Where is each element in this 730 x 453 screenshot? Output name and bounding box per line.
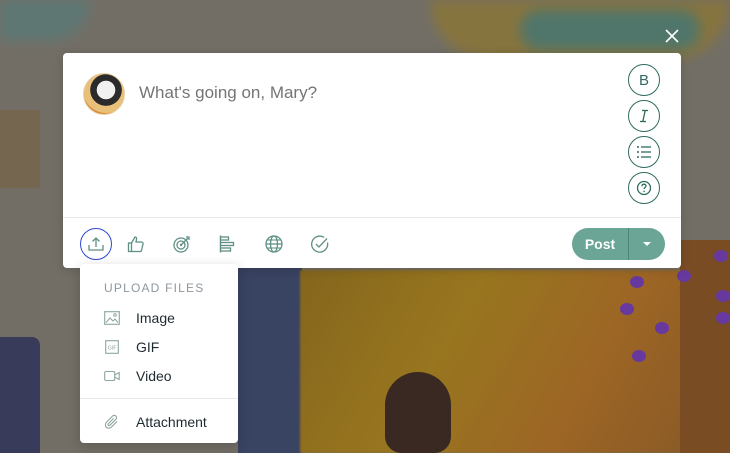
check-circle-icon (311, 235, 329, 253)
poll-button[interactable] (212, 228, 244, 260)
paperclip-icon (104, 414, 118, 429)
bulleted-list-button[interactable] (628, 136, 660, 168)
post-options-button[interactable] (629, 228, 665, 260)
task-button[interactable] (304, 228, 336, 260)
bold-button[interactable]: B (628, 64, 660, 96)
italic-icon (640, 109, 648, 123)
menu-item-image[interactable]: Image (80, 305, 238, 331)
menu-item-video[interactable]: Video (80, 363, 238, 389)
menu-item-label: Image (136, 310, 175, 326)
close-icon (665, 29, 679, 43)
menu-header: UPLOAD FILES (104, 281, 205, 295)
menu-item-label: Video (136, 368, 172, 384)
help-button[interactable] (628, 172, 660, 204)
menu-item-label: Attachment (136, 414, 207, 430)
italic-button[interactable] (628, 100, 660, 132)
close-button[interactable] (663, 27, 681, 45)
target-icon (173, 236, 190, 253)
post-text-input[interactable] (139, 81, 601, 105)
caret-down-icon (643, 242, 651, 246)
question-icon (636, 180, 652, 196)
upload-icon (88, 237, 104, 251)
svg-text:GIF: GIF (108, 346, 117, 352)
video-icon (104, 370, 120, 382)
image-icon (104, 311, 120, 325)
post-button-group: Post (572, 228, 665, 260)
gif-icon: GIF (105, 340, 119, 354)
menu-item-attachment[interactable]: Attachment (80, 409, 238, 435)
bar-chart-icon (219, 235, 235, 253)
menu-divider (80, 398, 238, 399)
post-button[interactable]: Post (572, 228, 628, 260)
globe-icon (265, 235, 283, 253)
goal-button[interactable] (166, 228, 198, 260)
upload-button[interactable] (80, 228, 112, 260)
list-icon (637, 146, 651, 158)
menu-item-label: GIF (136, 339, 160, 355)
menu-item-gif[interactable]: GIF GIF (80, 334, 238, 360)
thumbs-up-icon (127, 236, 144, 253)
avatar (83, 73, 125, 115)
upload-files-menu: UPLOAD FILES Image GIF GIF Video Attachm… (80, 264, 238, 443)
audience-button[interactable] (258, 228, 290, 260)
bold-icon: B (638, 71, 649, 89)
praise-button[interactable] (120, 228, 152, 260)
composer-divider (63, 217, 681, 218)
post-composer: B (63, 53, 681, 268)
